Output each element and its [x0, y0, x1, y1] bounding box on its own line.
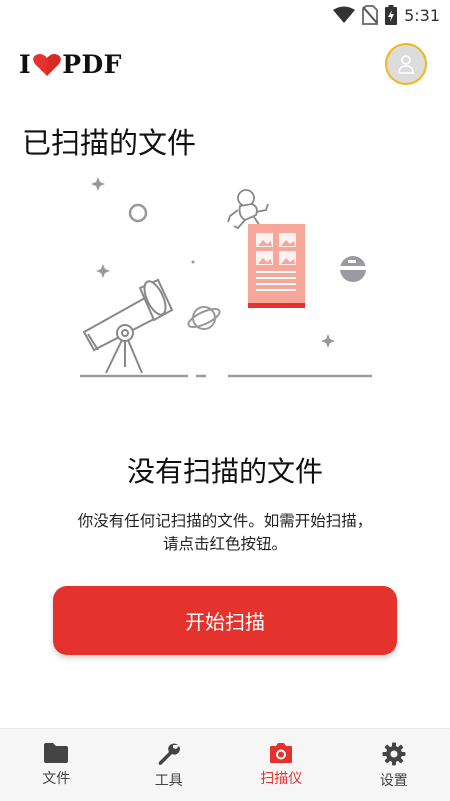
- nav-label: 设置: [380, 770, 408, 790]
- scanned-document-icon: [248, 224, 305, 308]
- app-bar: I PDF: [0, 40, 450, 92]
- nav-label: 文件: [42, 768, 70, 788]
- empty-scan-illustration: [70, 170, 380, 385]
- planet-icon: [340, 256, 368, 282]
- nav-label: 扫描仪: [260, 768, 302, 788]
- nav-item-tools[interactable]: 工具: [113, 729, 226, 801]
- sparkle-icon: [96, 264, 110, 278]
- battery-charging-icon: [385, 5, 397, 25]
- ring-icon: [130, 205, 146, 221]
- wifi-icon: [333, 6, 355, 24]
- logo-text: PDF: [62, 50, 122, 79]
- dot-icon: [192, 261, 195, 264]
- sparkle-icon: [91, 177, 105, 191]
- page-title: 已扫描的文件: [22, 120, 196, 162]
- heart-icon: [33, 53, 61, 77]
- empty-state-description: 你没有任何记扫描的文件。如需开始扫描， 请点击红色按钮。: [40, 510, 410, 556]
- status-time: 5:31: [404, 6, 440, 25]
- user-icon: [397, 54, 415, 74]
- nav-item-scanner[interactable]: 扫描仪: [225, 729, 338, 801]
- nav-item-files[interactable]: 文件: [0, 729, 113, 801]
- wrench-icon: [157, 742, 181, 766]
- folder-icon: [43, 742, 69, 764]
- camera-icon: [268, 742, 294, 764]
- no-sim-icon: [362, 5, 378, 25]
- empty-state-description-line: 请点击红色按钮。: [40, 533, 410, 556]
- status-bar: 5:31: [0, 0, 450, 32]
- logo-prefix: I: [19, 50, 31, 79]
- empty-state-title: 没有扫描的文件: [0, 450, 450, 490]
- bottom-navigation: 文件 工具 扫描仪 设置: [0, 728, 450, 801]
- user-avatar[interactable]: [385, 43, 427, 85]
- gear-icon: [382, 742, 406, 766]
- ilovepdf-logo: I PDF: [19, 50, 122, 79]
- sparkle-icon: [321, 334, 335, 348]
- telescope-icon: [84, 278, 172, 373]
- empty-state-description-line: 你没有任何记扫描的文件。如需开始扫描，: [40, 510, 410, 533]
- nav-label: 工具: [155, 770, 183, 790]
- start-scan-button[interactable]: 开始扫描: [53, 586, 397, 655]
- nav-item-settings[interactable]: 设置: [338, 729, 450, 801]
- ringed-planet-icon: [186, 305, 222, 330]
